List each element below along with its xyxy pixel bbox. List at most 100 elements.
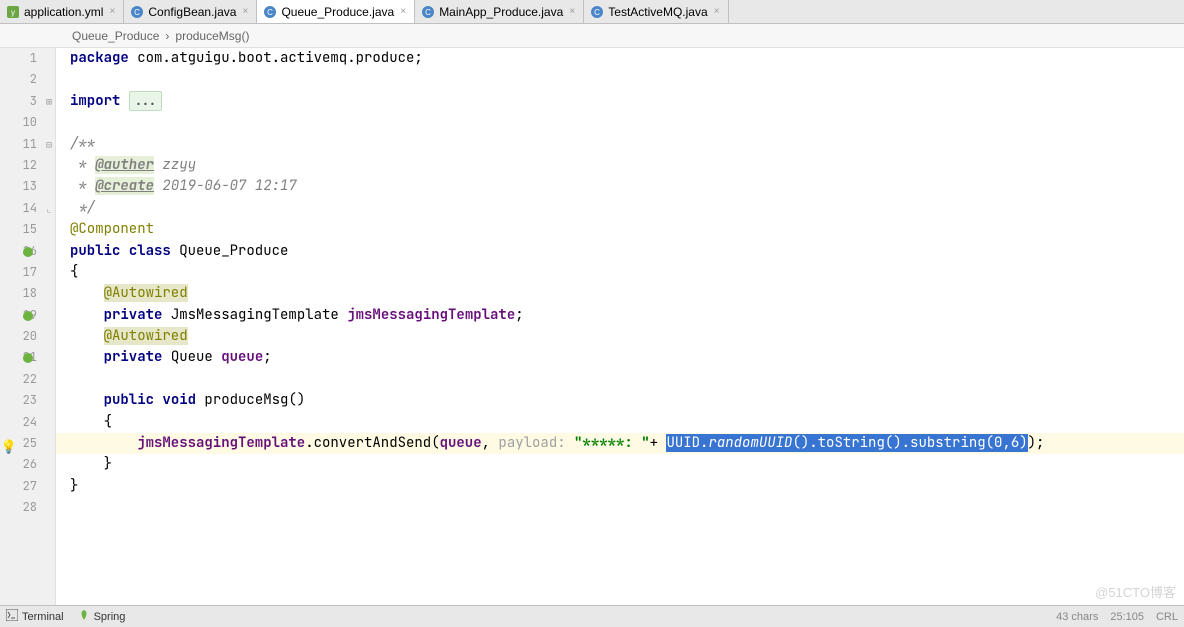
code-comment: /** [70, 135, 95, 153]
spring-leaf-icon [78, 609, 90, 624]
tab-label: Queue_Produce.java [281, 5, 394, 19]
code-keyword: public [104, 391, 154, 409]
tab-mainapp-produce[interactable]: C MainApp_Produce.java × [415, 0, 584, 23]
code-annotation: @Autowired [104, 284, 188, 302]
line-number: 2 [0, 69, 37, 90]
close-icon[interactable]: × [712, 7, 722, 17]
code-keyword: void [162, 391, 196, 409]
line-number: 28 [0, 497, 37, 518]
line-number: 22 [0, 369, 37, 390]
spring-tool-button[interactable]: Spring [78, 609, 126, 624]
selection-chars: 43 chars [1056, 611, 1098, 623]
tab-testactivemq[interactable]: C TestActiveMQ.java × [584, 0, 728, 23]
tab-application-yml[interactable]: y application.yml × [0, 0, 124, 23]
code-text: produceMsg() [196, 391, 305, 409]
bottom-status-bar: Terminal Spring 43 chars 25:105 CRL [0, 605, 1184, 627]
close-icon[interactable]: × [107, 7, 117, 17]
tab-queue-produce[interactable]: C Queue_Produce.java × [257, 0, 415, 23]
close-icon[interactable]: × [567, 7, 577, 17]
line-number: 27 [0, 476, 37, 497]
code-field: queue [221, 348, 263, 366]
terminal-tool-button[interactable]: Terminal [6, 609, 64, 624]
intention-bulb-icon[interactable]: 💡 [1, 436, 17, 457]
java-class-icon: C [130, 5, 144, 19]
code-string: "*****: " [574, 434, 650, 452]
breadcrumb-class[interactable]: Queue_Produce [72, 29, 159, 43]
line-number: 10 [0, 112, 37, 133]
code-annotation: @Component [70, 220, 154, 238]
code-field: jmsMessagingTemplate [137, 434, 305, 452]
selection: UUID.randomUUID().toString().substring(0… [666, 434, 1027, 452]
java-class-icon: C [263, 5, 277, 19]
code-field: queue [440, 434, 482, 452]
java-class-icon: C [421, 5, 435, 19]
code-keyword: private [104, 306, 163, 324]
code-keyword: import [70, 92, 120, 110]
code-keyword: public [70, 242, 120, 260]
code-text: { [104, 413, 112, 431]
tab-label: ConfigBean.java [148, 5, 236, 19]
line-number: 1 [0, 48, 37, 69]
code-text: JmsMessagingTemplate [162, 306, 347, 324]
code-keyword: package [70, 49, 129, 67]
fold-collapse-icon[interactable]: ⊟ [44, 134, 54, 155]
code-text: } [104, 455, 112, 473]
java-class-icon: C [590, 5, 604, 19]
close-icon[interactable]: × [240, 7, 250, 17]
line-number-gutter: 1 2 3 10 11 12 13 14 15 16 17 18 19 20 2… [0, 48, 56, 605]
line-number: 24 [0, 412, 37, 433]
code-doc-tag: @auther [95, 156, 154, 174]
line-number: 18 [0, 283, 37, 304]
code-text: ); [1028, 434, 1045, 452]
code-editor[interactable]: package com.atguigu.boot.activemq.produc… [56, 48, 1184, 605]
param-hint: payload: [498, 434, 565, 452]
folded-region[interactable]: ... [129, 91, 162, 111]
caret-position: 25:105 [1110, 611, 1144, 623]
watermark-text: @51CTO博客 [1095, 582, 1176, 601]
code-text: .convertAndSend( [305, 434, 439, 452]
tab-label: application.yml [24, 5, 103, 19]
code-comment: zzyy [154, 156, 196, 174]
spring-bean-icon[interactable] [21, 351, 35, 365]
line-number: 15 [0, 219, 37, 240]
code-text: Queue_Produce [171, 242, 289, 260]
spring-bean-icon[interactable] [21, 245, 35, 259]
line-number: 19 [0, 305, 37, 326]
line-number: 20 [0, 326, 37, 347]
svg-text:C: C [594, 8, 600, 17]
code-text: { [70, 263, 78, 281]
fold-expand-icon[interactable]: ⊞ [44, 91, 54, 112]
spring-bean-icon[interactable] [21, 309, 35, 323]
line-ending: CRL [1156, 611, 1178, 623]
code-keyword: private [104, 348, 163, 366]
line-number: 16 [0, 241, 37, 262]
line-number: 3 [0, 91, 37, 112]
svg-text:C: C [425, 8, 431, 17]
line-number: 12 [0, 155, 37, 176]
editor-tabs: y application.yml × C ConfigBean.java × … [0, 0, 1184, 24]
tab-label: TestActiveMQ.java [608, 5, 707, 19]
fold-end-icon[interactable]: ⌞ [44, 198, 54, 219]
code-text: } [70, 477, 78, 495]
line-number: 13 [0, 176, 37, 197]
line-number: 17 [0, 262, 37, 283]
line-number: 26 [0, 454, 37, 475]
tool-label: Spring [94, 611, 126, 623]
tab-label: MainApp_Produce.java [439, 5, 563, 19]
code-keyword: class [129, 242, 171, 260]
tab-configbean[interactable]: C ConfigBean.java × [124, 0, 257, 23]
code-comment: */ [70, 199, 95, 217]
editor-main: 1 2 3 10 11 12 13 14 15 16 17 18 19 20 2… [0, 48, 1184, 605]
breadcrumb-separator: › [165, 29, 169, 43]
svg-text:C: C [134, 8, 140, 17]
svg-text:C: C [268, 8, 274, 17]
svg-text:y: y [11, 8, 15, 17]
code-doc-tag: @create [95, 177, 154, 195]
close-icon[interactable]: × [398, 7, 408, 17]
breadcrumb-method[interactable]: produceMsg() [175, 29, 249, 43]
line-number: 25 💡 [0, 433, 37, 454]
code-field: jmsMessagingTemplate [347, 306, 515, 324]
code-text: Queue [162, 348, 221, 366]
line-number: 11 [0, 134, 37, 155]
line-number: 23 [0, 390, 37, 411]
